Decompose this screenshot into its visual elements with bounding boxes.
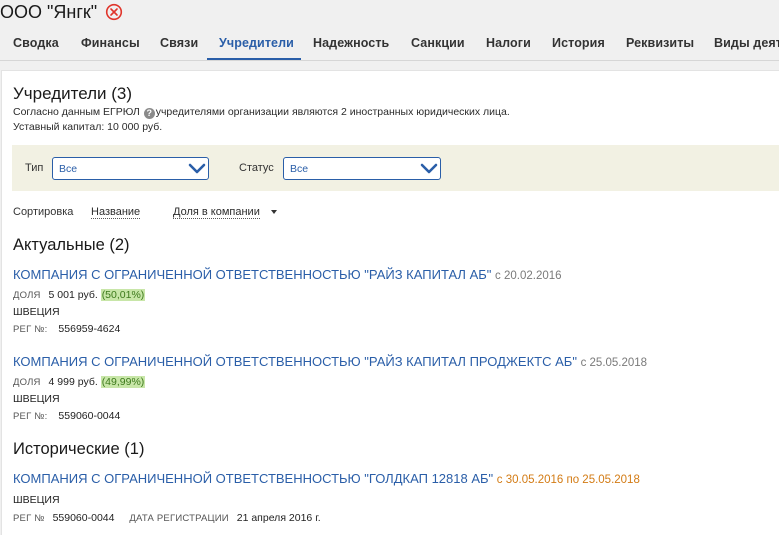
reg-date-label: ДАТА РЕГИСТРАЦИИ xyxy=(129,513,229,524)
share-percent: (50,01%) xyxy=(100,289,146,301)
historical-founders-heading: Исторические (1) xyxy=(13,440,145,458)
sort-label: Сортировка xyxy=(13,206,74,218)
filter-bar: Тип Все Статус Все xyxy=(12,145,779,191)
reg-value: 559060-0044 xyxy=(58,410,121,422)
chevron-down-icon xyxy=(420,163,438,174)
tab-taxes[interactable]: Налоги xyxy=(486,36,531,50)
share-label: ДОЛЯ xyxy=(13,377,41,388)
tab-finance[interactable]: Финансы xyxy=(81,36,140,50)
sort-by-name[interactable]: Название xyxy=(91,206,141,219)
founder-country: ШВЕЦИЯ xyxy=(13,494,60,506)
reg-date-value: 21 апреля 2016 г. xyxy=(236,512,321,524)
founder-reg: РЕГ №: 556959-4624 xyxy=(13,323,120,335)
status-select[interactable]: Все xyxy=(283,157,441,180)
founder-link[interactable]: КОМПАНИЯ С ОГРАНИЧЕННОЙ ОТВЕТСТВЕННОСТЬЮ… xyxy=(13,471,640,486)
reg-label: РЕГ №: xyxy=(13,324,48,335)
tab-history[interactable]: История xyxy=(552,36,605,50)
company-header: ООО "Янгк" Сводка Финансы Связи Учредите… xyxy=(0,0,779,61)
sort-by-share[interactable]: Доля в компании xyxy=(173,206,260,219)
founder-reg: РЕГ № 559060-0044 ДАТА РЕГИСТРАЦИИ 21 ап… xyxy=(13,512,321,524)
status-filter-label: Статус xyxy=(239,162,274,174)
active-tab-indicator xyxy=(207,58,301,60)
tab-founders[interactable]: Учредители xyxy=(219,36,294,50)
founder-reg: РЕГ №: 559060-0044 xyxy=(13,410,120,422)
type-select[interactable]: Все xyxy=(52,157,209,180)
founder-name[interactable]: КОМПАНИЯ С ОГРАНИЧЕННОЙ ОТВЕТСТВЕННОСТЬЮ… xyxy=(13,354,577,369)
founders-panel xyxy=(1,70,779,535)
info-icon[interactable]: ? xyxy=(143,108,155,119)
share-percent: (49,99%) xyxy=(100,376,146,388)
type-filter-label: Тип xyxy=(25,162,44,174)
founders-info: Согласно данным ЕГРЮЛ ? учредителями орга… xyxy=(13,106,510,119)
tab-activities[interactable]: Виды деят... xyxy=(714,36,779,50)
founder-name[interactable]: КОМПАНИЯ С ОГРАНИЧЕННОЙ ОТВЕТСТВЕННОСТЬЮ… xyxy=(13,267,491,282)
company-title: ООО "Янгк" xyxy=(0,2,98,22)
caret-down-icon xyxy=(271,210,277,214)
founder-name[interactable]: КОМПАНИЯ С ОГРАНИЧЕННОЙ ОТВЕТСТВЕННОСТЬЮ… xyxy=(13,471,493,486)
close-icon[interactable] xyxy=(105,3,123,21)
share-value: 5 001 руб. xyxy=(48,289,98,301)
share-label: ДОЛЯ xyxy=(13,290,41,301)
founder-country: ШВЕЦИЯ xyxy=(13,393,60,405)
tab-requisites[interactable]: Реквизиты xyxy=(626,36,694,50)
founder-share: ДОЛЯ 5 001 руб. (50,01%) xyxy=(13,289,146,301)
share-value: 4 999 руб. xyxy=(48,376,98,388)
founder-link[interactable]: КОМПАНИЯ С ОГРАНИЧЕННОЙ ОТВЕТСТВЕННОСТЬЮ… xyxy=(13,354,647,369)
founders-info-suffix: учредителями организации являются 2 инос… xyxy=(155,106,510,118)
tab-links[interactable]: Связи xyxy=(160,36,198,50)
reg-label: РЕГ № xyxy=(13,513,45,524)
founder-link[interactable]: КОМПАНИЯ С ОГРАНИЧЕННОЙ ОТВЕТСТВЕННОСТЬЮ… xyxy=(13,267,562,282)
reg-label: РЕГ №: xyxy=(13,411,48,422)
founder-share: ДОЛЯ 4 999 руб. (49,99%) xyxy=(13,376,146,388)
tab-sanctions[interactable]: Санкции xyxy=(411,36,465,50)
status-select-value: Все xyxy=(290,163,309,175)
tab-reliability[interactable]: Надежность xyxy=(313,36,389,50)
authorized-capital: Уставный капитал: 10 000 руб. xyxy=(13,121,163,133)
founder-date: с 30.05.2016 по 25.05.2018 xyxy=(496,474,640,486)
founder-country: ШВЕЦИЯ xyxy=(13,306,60,318)
reg-value: 556959-4624 xyxy=(58,323,121,335)
founders-info-prefix: Согласно данным ЕГРЮЛ xyxy=(13,106,140,118)
current-founders-heading: Актуальные (2) xyxy=(13,236,130,254)
founder-date: с 25.05.2018 xyxy=(580,357,648,369)
type-select-value: Все xyxy=(59,163,78,175)
chevron-down-icon xyxy=(188,163,206,174)
tab-summary[interactable]: Сводка xyxy=(13,36,59,50)
founders-heading: Учредители (3) xyxy=(13,84,133,103)
reg-value: 559060-0044 xyxy=(52,512,115,524)
founder-date: с 20.02.2016 xyxy=(495,270,562,282)
tab-bar: Сводка Финансы Связи Учредители Надежнос… xyxy=(0,28,779,61)
